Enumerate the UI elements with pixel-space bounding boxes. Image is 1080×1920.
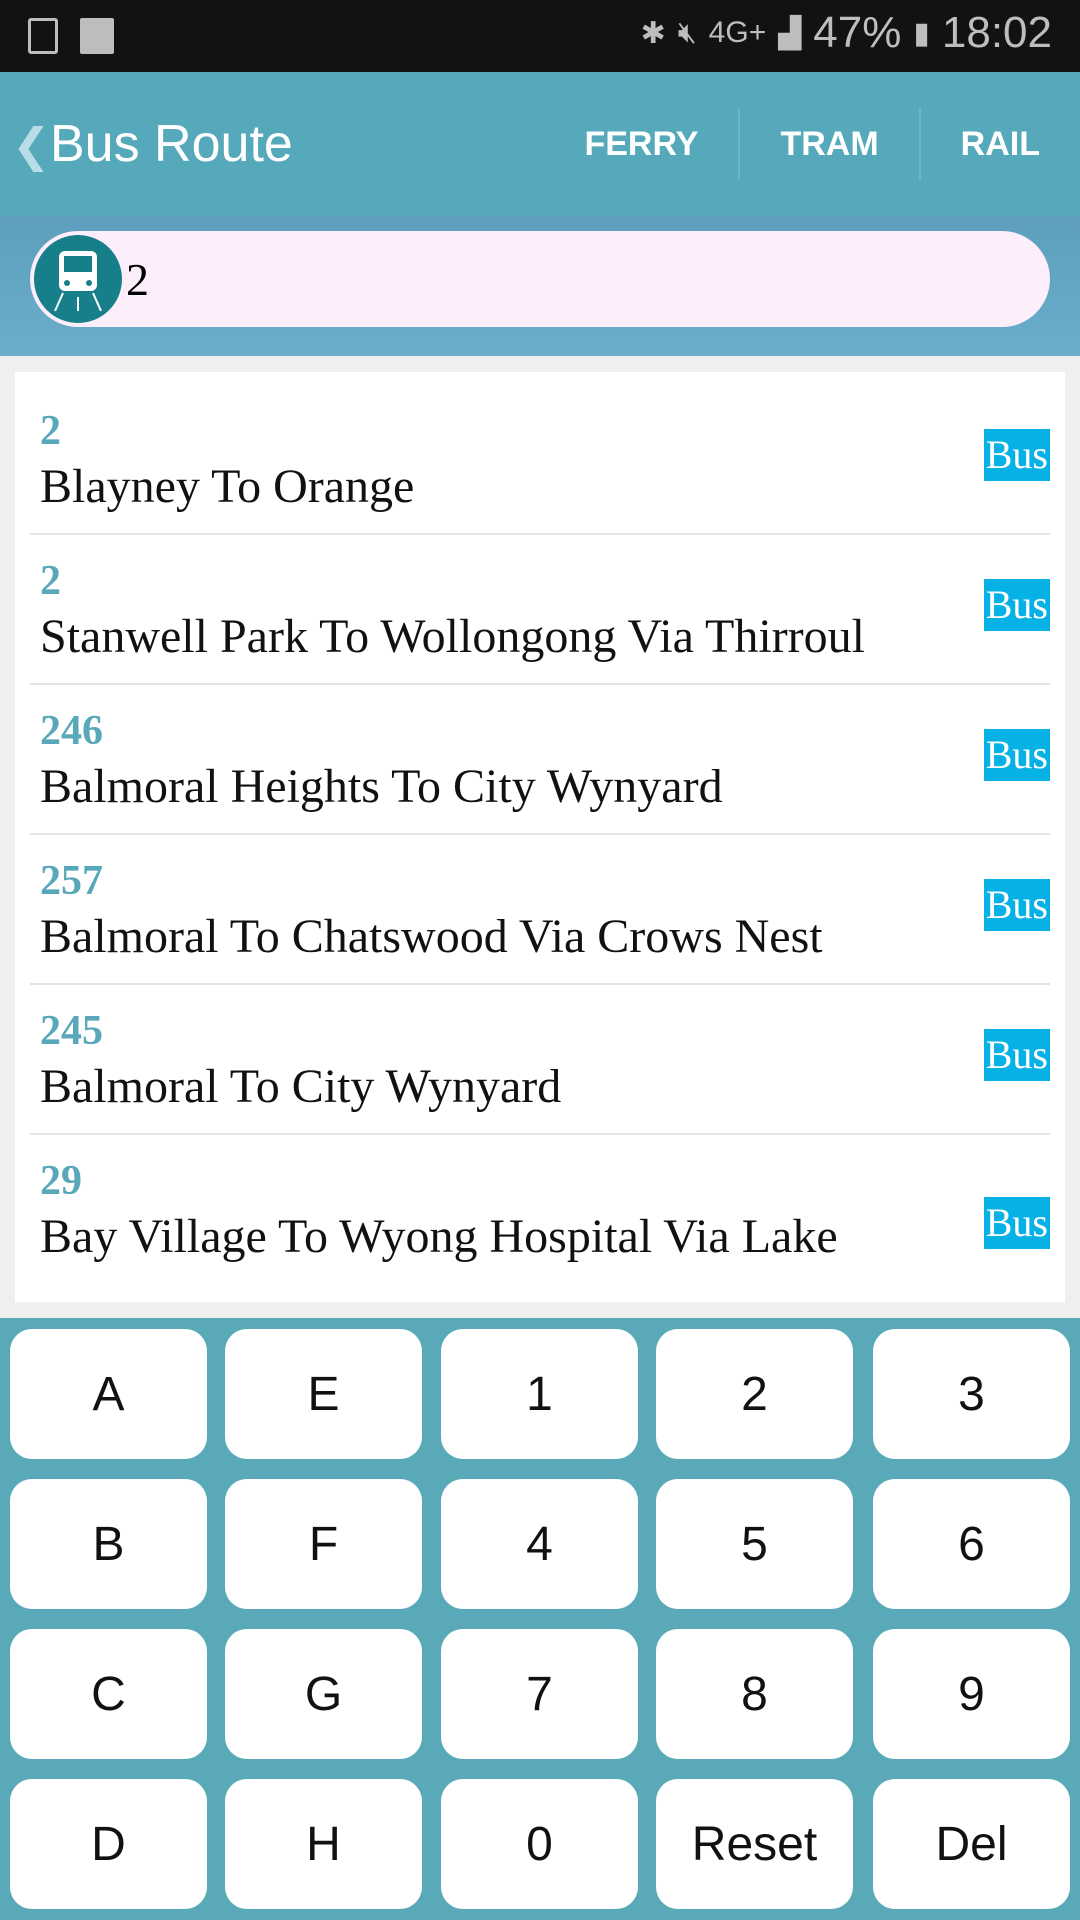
app-header: ❮ Bus Route FERRY TRAM RAIL	[0, 72, 1080, 216]
route-number: 2	[40, 408, 61, 454]
key-h[interactable]: H	[225, 1779, 422, 1909]
bluetooth-icon: ✱	[640, 16, 666, 50]
wifi-notification-icon	[80, 18, 114, 54]
results-area: 2 Blayney To Orange Bus 2 Stanwell Park T…	[0, 356, 1080, 1318]
back-chevron-icon[interactable]: ❮	[12, 118, 51, 172]
route-type-badge: Bus	[983, 1197, 1050, 1249]
key-8[interactable]: 8	[656, 1629, 853, 1759]
route-search-input[interactable]	[126, 252, 1006, 306]
route-number: 29	[40, 1158, 82, 1204]
search-area	[0, 216, 1080, 356]
route-name: Stanwell Park To Wollongong Via Thirroul	[40, 610, 865, 663]
key-a[interactable]: A	[10, 1329, 207, 1459]
route-type-badge: Bus	[983, 579, 1050, 631]
key-1[interactable]: 1	[441, 1329, 638, 1459]
key-6[interactable]: 6	[873, 1479, 1070, 1609]
search-box[interactable]	[30, 231, 1050, 327]
key-4[interactable]: 4	[441, 1479, 638, 1609]
key-reset[interactable]: Reset	[656, 1779, 853, 1909]
key-9[interactable]: 9	[873, 1629, 1070, 1759]
route-name: Bay Village To Wyong Hospital Via Lake	[40, 1210, 838, 1263]
route-name: Balmoral To City Wynyard	[40, 1060, 562, 1113]
status-bar: ✱ 🔇︎ 4G+ ▟ 47% ▮ 18:02	[0, 0, 1080, 72]
battery-icon: ▮	[913, 16, 930, 50]
route-list-item[interactable]: 2 Stanwell Park To Wollongong Via Thirro…	[30, 535, 1050, 685]
route-type-badge: Bus	[983, 729, 1050, 781]
key-b[interactable]: B	[10, 1479, 207, 1609]
signal-icon: ▟	[778, 16, 802, 50]
mute-icon: 🔇︎	[677, 16, 697, 49]
key-d[interactable]: D	[10, 1779, 207, 1909]
key-f[interactable]: F	[225, 1479, 422, 1609]
key-c[interactable]: C	[10, 1629, 207, 1759]
route-number: 245	[40, 1008, 103, 1054]
network-type: 4G+	[708, 16, 767, 49]
route-list: 2 Blayney To Orange Bus 2 Stanwell Park T…	[15, 372, 1065, 1302]
gallery-notification-icon	[28, 18, 58, 54]
route-list-item[interactable]: 246 Balmoral Heights To City Wynyard Bus	[30, 685, 1050, 835]
route-type-badge: Bus	[983, 879, 1050, 931]
key-3[interactable]: 3	[873, 1329, 1070, 1459]
battery-percent: 47%	[813, 8, 902, 57]
tab-ferry[interactable]: FERRY	[544, 108, 738, 180]
key-del[interactable]: Del	[873, 1779, 1070, 1909]
key-5[interactable]: 5	[656, 1479, 853, 1609]
route-list-item[interactable]: 257 Balmoral To Chatswood Via Crows Nest…	[30, 835, 1050, 985]
clock: 18:02	[941, 8, 1052, 57]
route-number: 246	[40, 708, 103, 754]
tab-tram[interactable]: TRAM	[738, 108, 918, 180]
keypad: A E 1 2 3 B F 4 5 6 C G 7 8 9 D H 0 Reset Del	[0, 1318, 1080, 1920]
route-name: Balmoral Heights To City Wynyard	[40, 760, 723, 813]
tab-rail[interactable]: RAIL	[918, 108, 1080, 180]
key-2[interactable]: 2	[656, 1329, 853, 1459]
key-7[interactable]: 7	[441, 1629, 638, 1759]
key-g[interactable]: G	[225, 1629, 422, 1759]
bus-icon	[34, 235, 122, 323]
route-list-item[interactable]: 245 Balmoral To City Wynyard Bus	[30, 985, 1050, 1135]
route-list-item[interactable]: 2 Blayney To Orange Bus	[30, 385, 1050, 535]
route-name: Blayney To Orange	[40, 460, 415, 513]
route-number: 2	[40, 558, 61, 604]
route-number: 257	[40, 858, 103, 904]
route-list-item[interactable]: 29 Bay Village To Wyong Hospital Via Lak…	[30, 1135, 1050, 1285]
route-type-badge: Bus	[983, 429, 1050, 481]
page-title[interactable]: Bus Route	[50, 114, 293, 174]
route-type-badge: Bus	[983, 1029, 1050, 1081]
key-e[interactable]: E	[225, 1329, 422, 1459]
key-0[interactable]: 0	[441, 1779, 638, 1909]
route-name: Balmoral To Chatswood Via Crows Nest	[40, 910, 823, 963]
